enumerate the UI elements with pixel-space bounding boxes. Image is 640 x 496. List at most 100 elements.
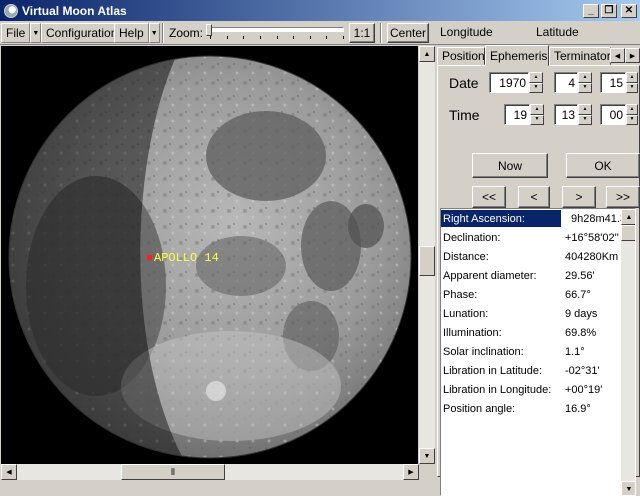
file-menu[interactable]: File [1, 23, 31, 43]
list-scroll-up-icon[interactable]: ▲ [621, 209, 635, 225]
minute-down-icon[interactable]: ▼ [578, 114, 592, 125]
ephemeris-scrollbar[interactable]: ▲ ▼ [621, 209, 635, 495]
ephemeris-label: Phase: [443, 288, 478, 301]
title-bar[interactable]: Virtual Moon Atlas _ ❐ ✕ [0, 0, 640, 21]
day-down-icon[interactable]: ▼ [626, 82, 638, 93]
ephemeris-value: 9 days [565, 307, 598, 320]
zoom-reset-button[interactable]: 1:1 [349, 23, 375, 43]
configuration-menu[interactable]: Configuration [41, 23, 123, 43]
year-up-icon[interactable]: ▲ [529, 72, 543, 83]
ephemeris-label: Illumination: [443, 326, 502, 339]
minimize-button[interactable]: _ [583, 3, 599, 18]
date-label: Date [449, 75, 479, 91]
hour-down-icon[interactable]: ▼ [530, 114, 544, 125]
file-menu-dropdown-icon[interactable]: ▼ [30, 23, 42, 43]
toolbar-separator [162, 23, 164, 43]
scroll-down-arrow-icon[interactable]: ▼ [419, 448, 435, 464]
ephemeris-label: Declination: [443, 231, 501, 244]
ephemeris-label: Position angle: [443, 402, 516, 415]
now-button[interactable]: Now [472, 153, 548, 178]
minute-spinner[interactable]: 13 ▲ ▼ [554, 104, 592, 125]
ephemeris-row[interactable]: Lunation: 9 days [441, 304, 621, 323]
second-down-icon[interactable]: ▼ [626, 114, 638, 125]
ephemeris-row[interactable]: Distance: 404280Km [441, 247, 621, 266]
ephemeris-row[interactable]: Position angle: 16.9° [441, 399, 621, 418]
mare-crisium [348, 204, 384, 248]
horizontal-scroll-thumb[interactable]: ⦀ [121, 464, 225, 480]
toolbar-separator [380, 23, 382, 43]
ephemeris-list[interactable]: Right Ascension: 9h28m41.3s Declination: +1… [440, 208, 636, 496]
coordinate-readout: Longitude Latitude [436, 25, 640, 41]
year-down-icon[interactable]: ▼ [529, 82, 543, 93]
scroll-left-arrow-icon[interactable]: ◀ [1, 464, 17, 480]
hour-spinner[interactable]: 19 ▲ ▼ [504, 104, 544, 125]
month-field[interactable]: 4 [554, 72, 578, 93]
ephemeris-label: Lunation: [443, 307, 489, 320]
ok-button[interactable]: OK [566, 153, 640, 178]
ephemeris-row[interactable]: Illumination: 69.8% [441, 323, 621, 342]
moon-image[interactable]: APOLLO 14 [1, 46, 418, 464]
step-back-fast-button[interactable]: << [472, 186, 506, 208]
ephemeris-value: 16.9° [565, 402, 591, 415]
zoom-label: Zoom: [169, 26, 204, 40]
apollo-14-marker[interactable] [147, 255, 152, 260]
scroll-right-arrow-icon[interactable]: ▶ [403, 464, 419, 480]
ephemeris-label: Libration in Latitude: [443, 364, 543, 377]
ephemeris-row[interactable]: Right Ascension: 9h28m41.3s [441, 209, 632, 228]
step-back-button[interactable]: < [518, 186, 550, 208]
tab-scroll-right-icon[interactable]: ▶ [625, 48, 640, 63]
hour-up-icon[interactable]: ▲ [530, 104, 544, 115]
zoom-slider-thumb[interactable] [206, 24, 212, 36]
list-scroll-thumb[interactable] [621, 225, 635, 241]
help-menu[interactable]: Help [114, 23, 149, 43]
hour-field[interactable]: 19 [504, 104, 530, 125]
tab-scroll-left-icon[interactable]: ◀ [610, 48, 625, 63]
ephemeris-row[interactable]: Libration in Latitude: -02°31' [441, 361, 621, 380]
right-panel: Longitude Latitude Position Ephemeris Te… [436, 21, 640, 496]
ephemeris-value: -02°31' [565, 364, 600, 377]
minute-field[interactable]: 13 [554, 104, 578, 125]
ephemeris-row[interactable]: Apparent diameter: 29.56' [441, 266, 621, 285]
center-button[interactable]: Center [387, 23, 429, 43]
scroll-up-arrow-icon[interactable]: ▲ [419, 46, 435, 62]
vertical-scroll-thumb[interactable] [419, 246, 435, 276]
step-forward-fast-button[interactable]: >> [606, 186, 640, 208]
moon-view[interactable]: APOLLO 14 [1, 46, 418, 464]
month-spinner[interactable]: 4 ▲ ▼ [554, 72, 592, 93]
close-button[interactable]: ✕ [621, 3, 637, 18]
ephemeris-row[interactable]: Libration in Longitude: +00°19' [441, 380, 621, 399]
moon-horizontal-scrollbar[interactable]: ◀ ⦀ ▶ [1, 464, 419, 480]
day-field[interactable]: 15 [600, 72, 626, 93]
day-up-icon[interactable]: ▲ [626, 72, 638, 83]
minute-up-icon[interactable]: ▲ [578, 104, 592, 115]
zoom-slider-track[interactable] [210, 27, 344, 32]
step-forward-button[interactable]: > [562, 186, 596, 208]
second-up-icon[interactable]: ▲ [626, 104, 638, 115]
tab-terminator[interactable]: Terminator [549, 47, 611, 65]
mare-nubium [196, 236, 286, 296]
tab-position[interactable]: Position [437, 47, 485, 65]
tab-bar: Position Ephemeris Terminator ◀ ▶ [436, 45, 640, 66]
ephemeris-row[interactable]: Declination: +16°58'02'' [441, 228, 621, 247]
tab-ephemeris[interactable]: Ephemeris [485, 45, 549, 66]
help-menu-dropdown-icon[interactable]: ▼ [148, 23, 160, 43]
day-spinner[interactable]: 15 ▲ ▼ [600, 72, 638, 93]
ephemeris-value: 69.8% [565, 326, 597, 339]
month-up-icon[interactable]: ▲ [578, 72, 592, 83]
ephemeris-row[interactable]: Phase: 66.7° [441, 285, 621, 304]
ephemeris-value: 66.7° [565, 288, 591, 301]
restore-button[interactable]: ❐ [601, 3, 617, 18]
list-scroll-down-icon[interactable]: ▼ [621, 481, 635, 495]
ephemeris-label: Apparent diameter: [443, 269, 537, 282]
ephemeris-value: 1.1° [565, 345, 585, 358]
month-down-icon[interactable]: ▼ [578, 82, 592, 93]
year-spinner[interactable]: 1970 ▲ ▼ [489, 72, 543, 93]
moon-vertical-scrollbar[interactable]: ▲ ▼ [419, 46, 435, 464]
second-field[interactable]: 00 [600, 104, 626, 125]
ephemeris-value: +16°58'02'' [565, 231, 619, 244]
ephemeris-label: Libration in Longitude: [443, 383, 552, 396]
year-field[interactable]: 1970 [489, 72, 529, 93]
apollo-14-label[interactable]: APOLLO 14 [154, 251, 219, 265]
ephemeris-row[interactable]: Solar inclination: 1.1° [441, 342, 621, 361]
second-spinner[interactable]: 00 ▲ ▼ [600, 104, 638, 125]
